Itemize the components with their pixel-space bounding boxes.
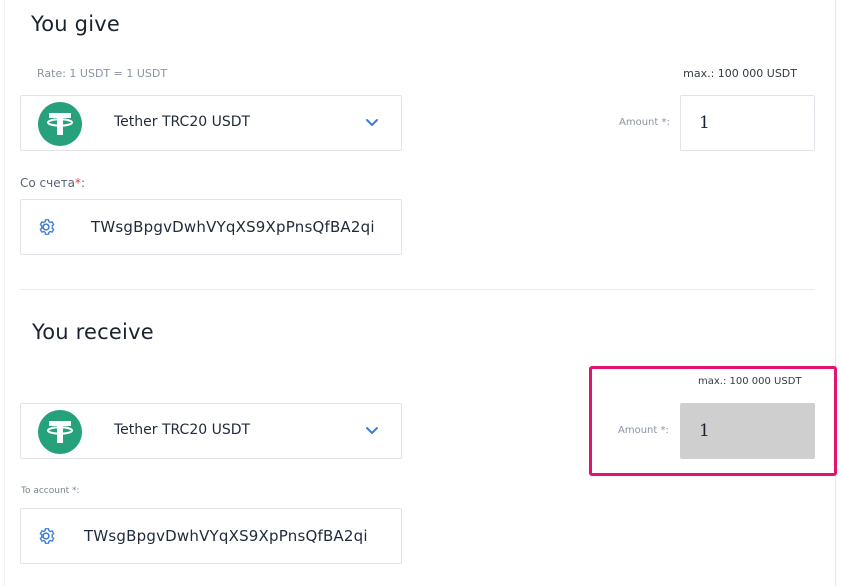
receive-account-field[interactable]: TWsgBpgvDwhVYqXS9XpPnsQfBA2qi: [20, 508, 402, 564]
gear-icon[interactable]: [36, 526, 56, 546]
give-max-amount: max.: 100 000 USDT: [683, 67, 797, 80]
give-amount-input[interactable]: 1: [680, 95, 815, 151]
give-amount-label: Amount *:: [619, 117, 670, 128]
give-section-title: You give: [31, 12, 120, 36]
receive-amount-input: 1: [680, 403, 815, 459]
receive-max-amount: max.: 100 000 USDT: [698, 376, 802, 387]
tether-logo-icon: [38, 102, 82, 146]
gear-icon[interactable]: [36, 217, 56, 237]
give-account-label-colon: :: [80, 176, 85, 190]
receive-currency-name: Tether TRC20 USDT: [114, 422, 251, 438]
receive-account-label: To account *:: [21, 486, 80, 496]
chevron-down-icon[interactable]: [364, 423, 380, 439]
receive-account-address: TWsgBpgvDwhVYqXS9XpPnsQfBA2qi: [84, 527, 368, 545]
exchange-form: You give Rate: 1 USDT = 1 USDT max.: 100…: [0, 0, 841, 586]
section-divider: [20, 289, 815, 290]
receive-section-title: You receive: [32, 320, 154, 344]
give-currency-name: Tether TRC20 USDT: [114, 114, 251, 130]
give-account-address: TWsgBpgvDwhVYqXS9XpPnsQfBA2qi: [91, 218, 375, 236]
tether-logo-icon: [38, 410, 82, 454]
right-border: [835, 0, 836, 586]
exchange-rate: Rate: 1 USDT = 1 USDT: [37, 67, 168, 80]
receive-amount-label: Amount *:: [618, 425, 669, 436]
give-currency-select[interactable]: Tether TRC20 USDT: [20, 95, 402, 151]
give-account-label-text: Со счета: [20, 176, 75, 190]
give-account-label: Со счета*:: [20, 176, 85, 190]
left-border: [4, 0, 5, 586]
chevron-down-icon[interactable]: [364, 115, 380, 131]
give-account-field[interactable]: TWsgBpgvDwhVYqXS9XpPnsQfBA2qi: [20, 199, 402, 255]
receive-currency-select[interactable]: Tether TRC20 USDT: [20, 403, 402, 459]
